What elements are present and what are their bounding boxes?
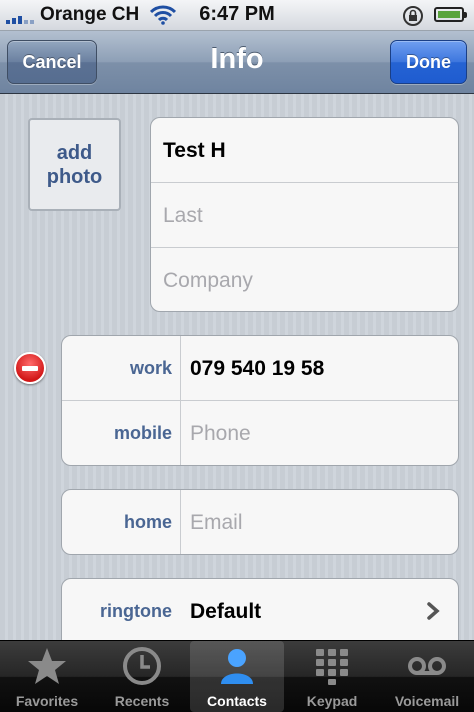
ringtone-label: ringtone: [100, 601, 172, 621]
tab-label-favorites: Favorites: [15, 693, 79, 709]
company-placeholder: Company: [163, 269, 253, 292]
last-name-field[interactable]: Last: [151, 183, 458, 248]
phone-label-mobile[interactable]: mobile: [62, 401, 172, 465]
delete-phone-button[interactable]: [14, 352, 46, 384]
phone-label-work[interactable]: work: [62, 336, 172, 401]
tab-favorites[interactable]: Favorites: [0, 641, 94, 712]
phone-row-work[interactable]: work 079 540 19 58: [62, 336, 458, 401]
add-photo-label-1: add: [56, 141, 93, 164]
chevron-right-icon: [427, 602, 440, 620]
tab-contacts[interactable]: Contacts: [190, 641, 284, 712]
tab-keypad[interactable]: Keypad: [285, 641, 379, 712]
phone-placeholder-mobile[interactable]: Phone: [190, 401, 251, 465]
tab-voicemail[interactable]: Voicemail: [380, 641, 474, 712]
email-placeholder[interactable]: Email: [190, 490, 243, 554]
ringtone-value: Default: [190, 600, 262, 623]
email-row-home[interactable]: home Email: [62, 490, 458, 554]
contacts-icon: [221, 649, 253, 684]
tab-label-contacts: Contacts: [207, 693, 267, 709]
add-photo-label-2: photo: [46, 165, 103, 188]
add-photo-button[interactable]: add photo: [28, 118, 121, 211]
ringtone-row[interactable]: ringtone Default: [62, 579, 458, 640]
navigation-bar: Cancel Info Done: [0, 31, 474, 94]
name-fields-group: Test H Last Company: [150, 117, 459, 312]
tab-bar: Favorites Recents Contacts Keypad Voicem…: [0, 640, 474, 712]
keypad-icon: [316, 649, 348, 685]
first-name-value: Test H: [163, 139, 226, 162]
contact-edit-form[interactable]: add photo Test H Last Company work 079 54…: [0, 94, 474, 640]
phone-value-work[interactable]: 079 540 19 58: [190, 336, 324, 401]
phone-fields-group: work 079 540 19 58 mobile Phone: [61, 335, 459, 466]
last-name-placeholder: Last: [163, 204, 203, 227]
tab-recents[interactable]: Recents: [95, 641, 189, 712]
voicemail-icon: [408, 657, 446, 675]
done-button[interactable]: Done: [390, 40, 467, 84]
email-fields-group: home Email: [61, 489, 459, 555]
ringtone-group: ringtone Default: [61, 578, 459, 640]
tab-label-voicemail: Voicemail: [394, 693, 460, 709]
email-label-home[interactable]: home: [62, 490, 172, 554]
star-icon: [28, 648, 66, 684]
company-field[interactable]: Company: [151, 248, 458, 311]
clock-icon: [123, 647, 161, 685]
status-bar: Orange CH 6:47 PM: [0, 0, 474, 31]
first-name-field[interactable]: Test H: [151, 118, 458, 183]
rotation-lock-icon: [403, 6, 423, 26]
battery-icon: [434, 7, 467, 22]
tab-label-recents: Recents: [114, 693, 170, 709]
phone-row-mobile[interactable]: mobile Phone: [62, 401, 458, 465]
tab-label-keypad: Keypad: [306, 693, 358, 709]
